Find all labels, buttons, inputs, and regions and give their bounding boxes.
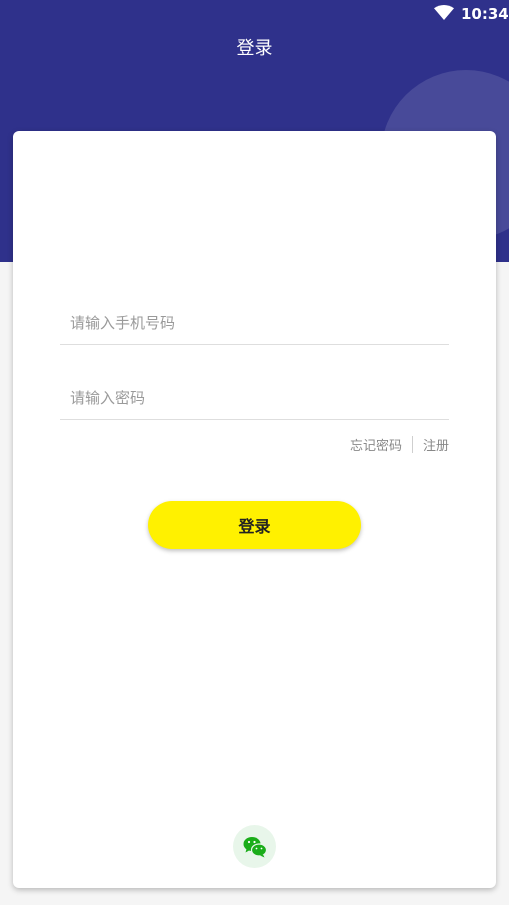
wechat-login-button[interactable]	[233, 825, 276, 868]
account-links: 忘记密码 注册	[350, 435, 449, 454]
register-link[interactable]: 注册	[423, 435, 449, 454]
page-title: 登录	[236, 38, 273, 59]
link-divider	[411, 436, 413, 453]
phone-input[interactable]	[60, 301, 449, 345]
login-card: 忘记密码 注册 登录	[13, 131, 496, 888]
password-input[interactable]	[60, 376, 449, 420]
forgot-password-link[interactable]: 忘记密码	[350, 435, 402, 454]
login-button[interactable]: 登录	[148, 501, 361, 549]
status-time: 10:34	[461, 5, 509, 23]
wifi-icon	[434, 5, 454, 20]
wechat-icon	[243, 836, 267, 857]
status-bar: 10:34	[0, 0, 509, 28]
